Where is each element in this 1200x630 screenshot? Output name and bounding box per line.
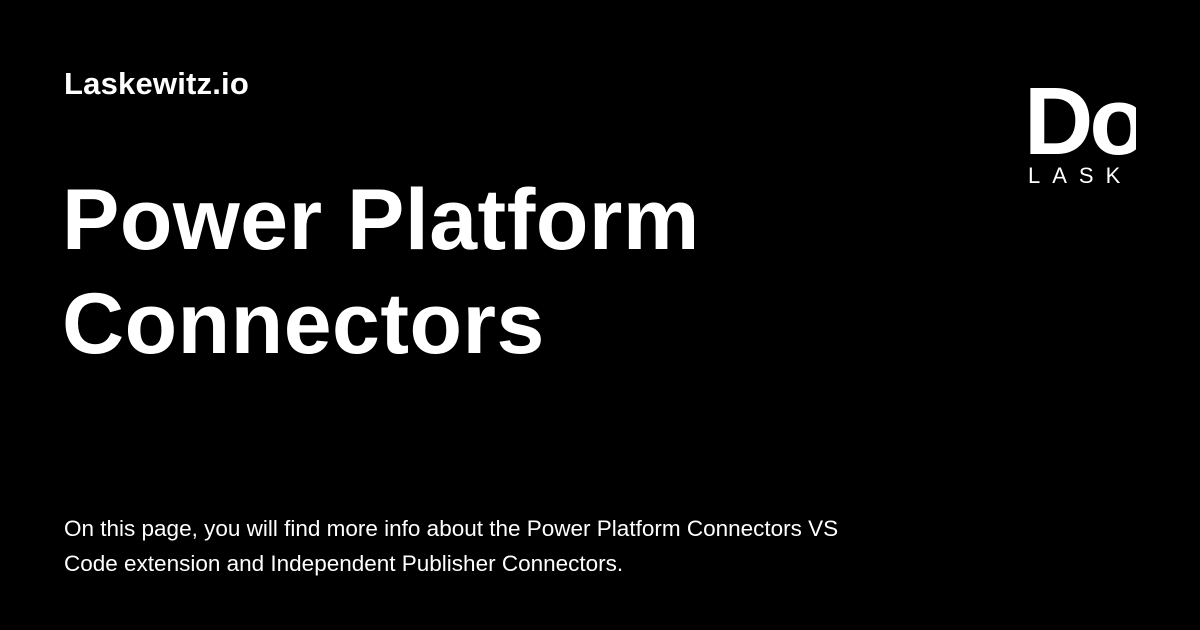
logo-mark: Do (1024, 80, 1136, 175)
site-name: Laskewitz.io (64, 66, 250, 101)
page-description: On this page, you will find more info ab… (64, 516, 839, 576)
logo-wordmark: LASK (1028, 163, 1133, 188)
brand-logo-icon: Do LASK (1024, 80, 1136, 190)
page-title: Power Platform Connectors (62, 172, 700, 372)
social-card: Laskewitz.io Power Platform Connectors O… (0, 0, 1200, 630)
